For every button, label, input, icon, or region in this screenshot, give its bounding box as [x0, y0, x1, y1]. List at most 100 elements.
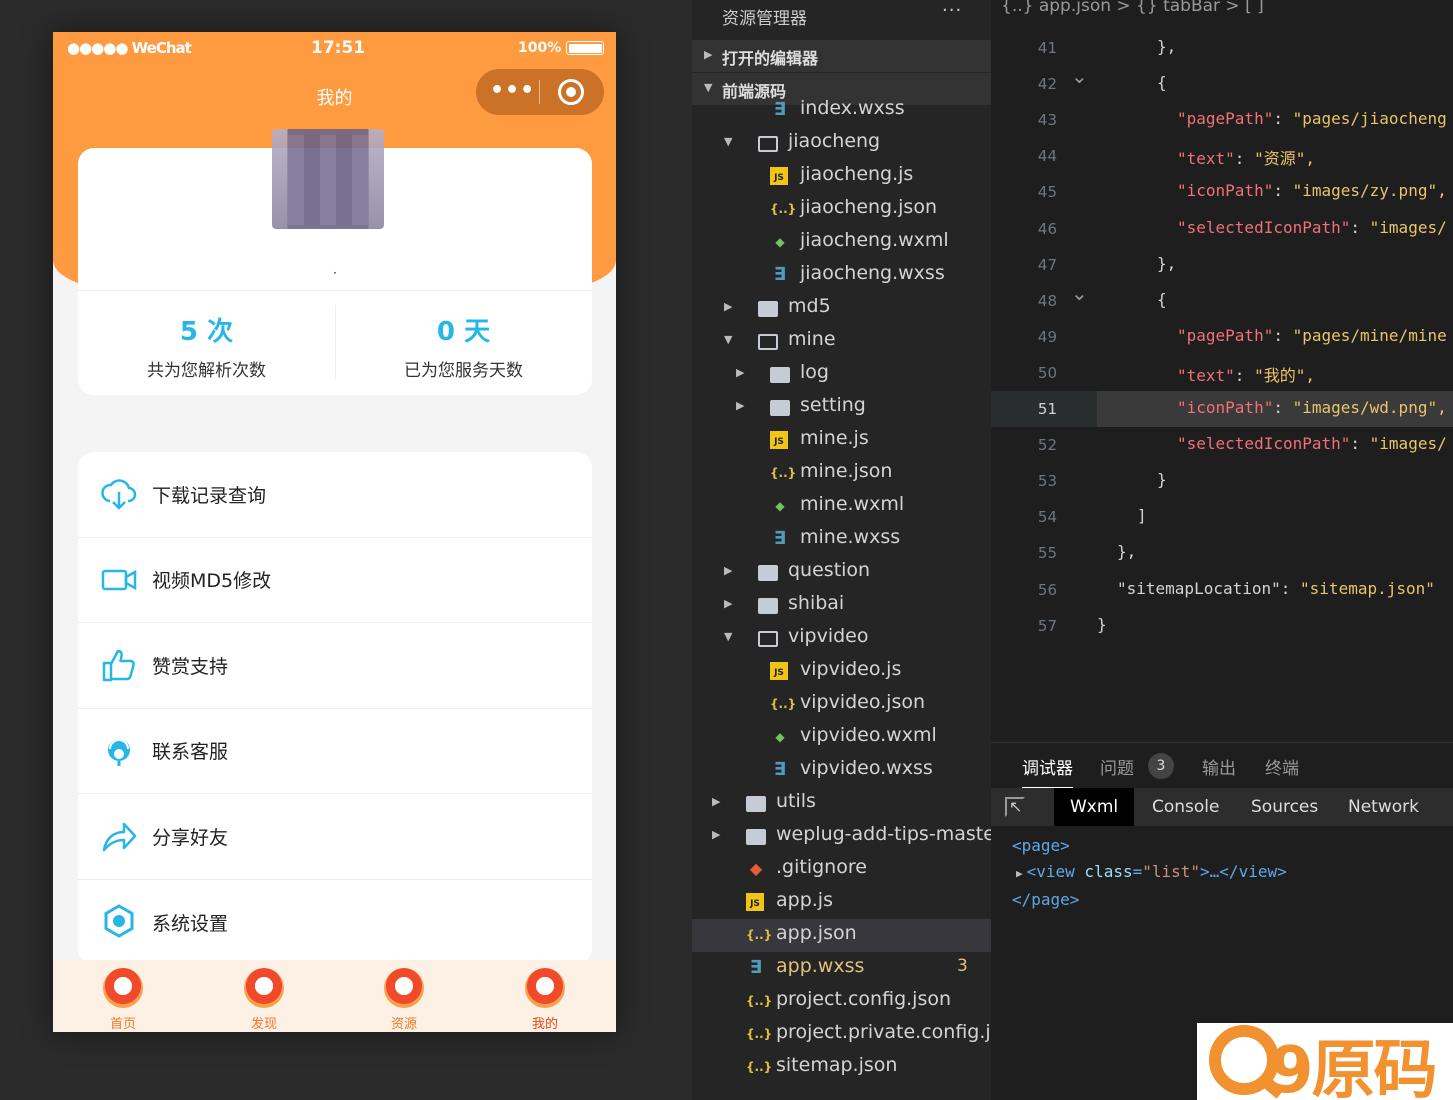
- explorer-item[interactable]: ▼ jiaocheng: [692, 127, 991, 160]
- line-number: 50: [1037, 363, 1057, 382]
- tab-terminal[interactable]: 终端: [1265, 754, 1299, 779]
- explorer-item[interactable]: ◆ vipvideo.wxml: [692, 721, 991, 754]
- tree-node-view[interactable]: ▶ <view class="list">…</view>: [1012, 859, 1287, 887]
- more-menu-icon[interactable]: •••: [490, 77, 534, 107]
- menu-item-reward[interactable]: 赞赏支持: [78, 623, 592, 709]
- explorer-item[interactable]: ∃ jiaocheng.wxss: [692, 259, 991, 292]
- tab-sources[interactable]: Sources: [1235, 788, 1334, 826]
- explorer-item[interactable]: JS app.js: [692, 886, 991, 919]
- chevron-right-icon[interactable]: ▶: [712, 828, 720, 841]
- tab-discover[interactable]: 发现: [194, 968, 334, 1032]
- code-line[interactable]: 45 "iconPath": "images/zy.png",: [991, 174, 1453, 210]
- explorer-item[interactable]: ▶ question: [692, 556, 991, 589]
- section-open-editors[interactable]: ▶ 打开的编辑器: [692, 40, 991, 72]
- fold-chevron-icon[interactable]: ⌄: [1071, 64, 1088, 88]
- explorer-item[interactable]: ▼ vipvideo: [692, 622, 991, 655]
- explorer-item[interactable]: ▶ shibai: [692, 589, 991, 622]
- code-line[interactable]: 42 ⌄ {: [991, 64, 1453, 102]
- simulator-phone: ●●●●● WeChat 17:51 100% 我的 ••• · 5 次 共为您…: [53, 32, 616, 1032]
- chevron-right-icon[interactable]: ▶: [724, 597, 732, 610]
- tab-console[interactable]: Console: [1136, 788, 1236, 826]
- explorer-item[interactable]: ◆ mine.wxml: [692, 490, 991, 523]
- explorer-item[interactable]: ▶ weplug-add-tips-master: [692, 820, 991, 853]
- explorer-item[interactable]: ∃ index.wxss: [692, 94, 991, 127]
- tab-resources[interactable]: 资源: [334, 968, 474, 1032]
- chevron-down-icon[interactable]: ▼: [724, 333, 732, 346]
- chevron-right-icon[interactable]: ▶: [1016, 867, 1023, 880]
- chevron-right-icon[interactable]: ▶: [736, 399, 744, 412]
- explorer-item[interactable]: JS jiaocheng.js: [692, 160, 991, 193]
- chevron-down-icon[interactable]: ▼: [724, 135, 732, 148]
- code-line[interactable]: 46 "selectedIconPath": "images/: [991, 211, 1453, 247]
- explorer-item[interactable]: JS mine.js: [692, 424, 991, 457]
- code-text: {: [1157, 289, 1167, 309]
- close-target-icon[interactable]: [558, 79, 584, 105]
- code-line[interactable]: 53}: [991, 463, 1453, 499]
- explorer-item[interactable]: {..} sitemap.json: [692, 1051, 991, 1084]
- explorer-item[interactable]: {..} mine.json: [692, 457, 991, 490]
- chevron-right-icon[interactable]: ▶: [724, 300, 732, 313]
- menu-item-settings[interactable]: 系统设置: [78, 880, 592, 966]
- line-number: 44: [1037, 147, 1057, 166]
- menu-item-download-history[interactable]: 下载记录查询: [78, 452, 592, 538]
- tree-node-page-open[interactable]: <page>: [1012, 833, 1287, 859]
- breadcrumb[interactable]: {..} app.json > {} tabBar > [ ]: [1001, 0, 1264, 16]
- chevron-right-icon[interactable]: ▶: [712, 795, 720, 808]
- explorer-item[interactable]: {..}project.private.config.js...: [692, 1018, 991, 1051]
- code-line[interactable]: 44 "text": "资源",: [991, 138, 1453, 174]
- explorer-item[interactable]: ∃ vipvideo.wxss: [692, 754, 991, 787]
- code-line[interactable]: 57}: [991, 608, 1453, 644]
- tab-debugger[interactable]: 调试器: [1022, 754, 1073, 789]
- json-file-icon: {..}: [770, 202, 797, 216]
- code-editor[interactable]: {..} app.json > {} tabBar > [ ] 41}, 42 ⌄ {…: [991, 0, 1453, 742]
- tab-output[interactable]: 输出: [1202, 754, 1236, 779]
- more-actions-icon[interactable]: ···: [942, 0, 962, 21]
- code-line[interactable]: 56 "sitemapLocation": "sitemap.json": [991, 572, 1453, 608]
- chevron-down-icon[interactable]: ▼: [724, 630, 732, 643]
- tab-problems[interactable]: 问题: [1100, 754, 1134, 779]
- explorer-item[interactable]: ∃ mine.wxss: [692, 523, 991, 556]
- share-arrow-icon: [102, 823, 137, 852]
- explorer-item[interactable]: ▶ log: [692, 358, 991, 391]
- explorer-item[interactable]: {..} jiaocheng.json: [692, 193, 991, 226]
- menu-item-video-md5[interactable]: 视频MD5修改: [78, 538, 592, 623]
- explorer-item[interactable]: ∃ app.wxss 3: [692, 952, 991, 985]
- explorer-item[interactable]: {..} app.json: [692, 919, 991, 952]
- tab-home[interactable]: 首页: [53, 968, 193, 1032]
- explorer-item[interactable]: ▼ mine: [692, 325, 991, 358]
- tab-wxml[interactable]: Wxml: [1054, 788, 1135, 826]
- code-line[interactable]: 54]: [991, 499, 1453, 535]
- json-file-icon: {..}: [746, 928, 773, 942]
- code-line[interactable]: 43 "pagePath": "pages/jiaocheng: [991, 102, 1453, 138]
- explorer-item[interactable]: ▶ setting: [692, 391, 991, 424]
- menu-item-customer-service[interactable]: 联系客服: [78, 709, 592, 794]
- menu-item-share[interactable]: 分享好友: [78, 794, 592, 880]
- explorer-item[interactable]: ◆ .gitignore: [692, 853, 991, 886]
- inspect-element-icon[interactable]: [1005, 797, 1025, 817]
- explorer-item[interactable]: {..} project.config.json: [692, 985, 991, 1018]
- battery-icon: [566, 41, 604, 55]
- explorer-item[interactable]: JS vipvideo.js: [692, 655, 991, 688]
- code-line[interactable]: 47},: [991, 247, 1453, 283]
- explorer-item[interactable]: ◆ jiaocheng.wxml: [692, 226, 991, 259]
- line-number: 49: [1037, 327, 1057, 346]
- code-line[interactable]: 51 "iconPath": "images/wd.png",: [991, 391, 1453, 427]
- code-line[interactable]: 52 "selectedIconPath": "images/: [991, 427, 1453, 463]
- chevron-right-icon[interactable]: ▶: [736, 366, 744, 379]
- fold-chevron-icon[interactable]: ⌄: [1071, 281, 1088, 305]
- code-line[interactable]: 49 "pagePath": "pages/mine/mine: [991, 319, 1453, 355]
- folder-open-icon: [758, 334, 778, 350]
- code-line[interactable]: 41},: [991, 30, 1453, 66]
- chevron-right-icon[interactable]: ▶: [724, 564, 732, 577]
- code-line[interactable]: 48 ⌄ {: [991, 281, 1453, 319]
- explorer-item-label: utils: [776, 790, 816, 812]
- code-line[interactable]: 50 "text": "我的",: [991, 355, 1453, 391]
- explorer-item[interactable]: {..} vipvideo.json: [692, 688, 991, 721]
- explorer-item[interactable]: ▶ md5: [692, 292, 991, 325]
- code-line[interactable]: 55},: [991, 535, 1453, 571]
- explorer-item[interactable]: ▶ utils: [692, 787, 991, 820]
- tab-mine[interactable]: 我的: [475, 968, 615, 1032]
- tab-network[interactable]: Network: [1332, 788, 1435, 826]
- avatar[interactable]: [272, 129, 384, 229]
- explorer-item-label: mine.js: [800, 427, 869, 449]
